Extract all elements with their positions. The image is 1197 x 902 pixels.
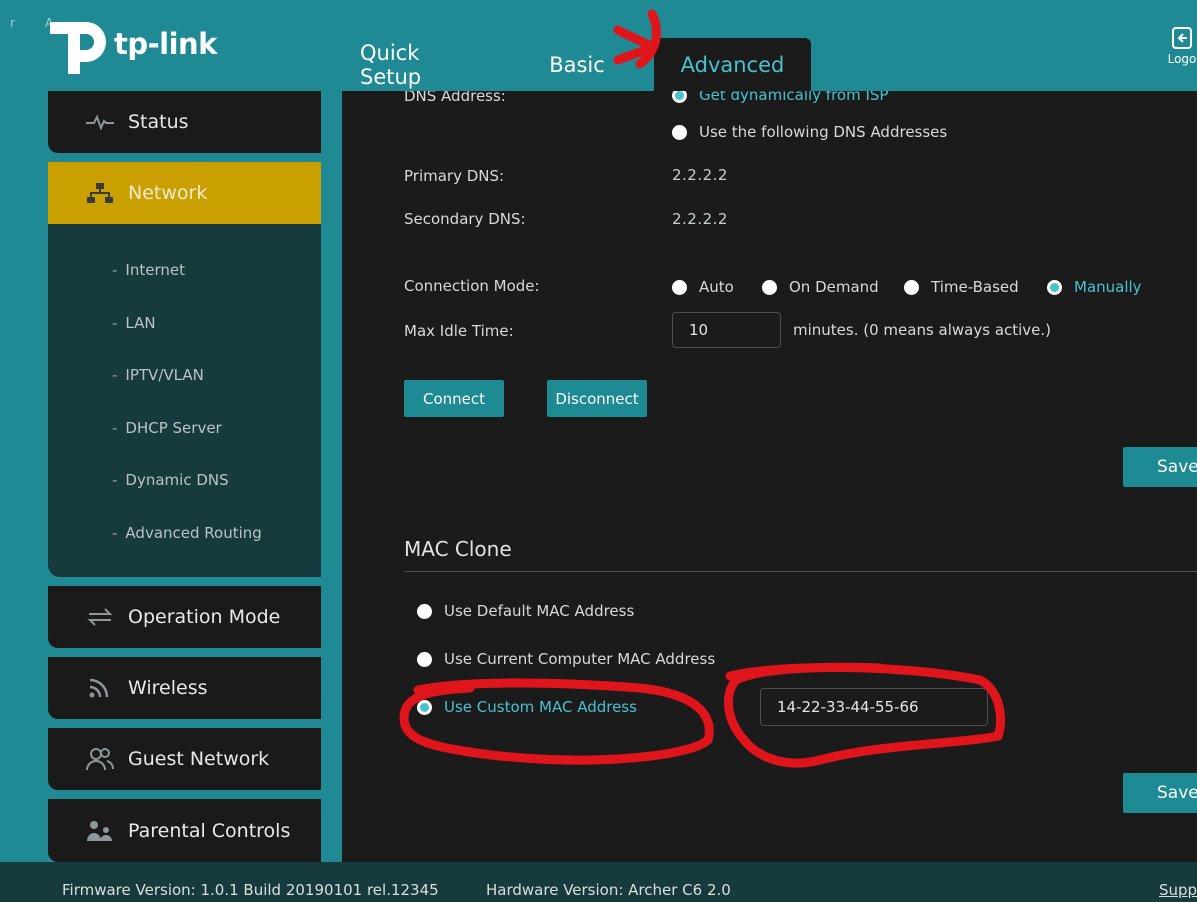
section-divider <box>404 571 1197 572</box>
radio-dot <box>417 651 432 667</box>
secondary-dns-value: 2.2.2.2 <box>672 210 728 228</box>
radio-dns-dynamic[interactable]: Get dynamically from ISP <box>672 91 888 104</box>
logout-label: Logo <box>1167 52 1197 66</box>
radio-label: Use Default MAC Address <box>444 602 635 620</box>
radio-dns-manual[interactable]: Use the following DNS Addresses <box>672 123 947 141</box>
radio-mac-custom[interactable]: Use Custom MAC Address <box>417 698 637 716</box>
main-tabs: Quick Setup Basic Advanced <box>340 38 811 91</box>
hardware-version: Hardware Version: Archer C6 2.0 <box>486 881 731 899</box>
tab-advanced[interactable]: Advanced <box>654 38 811 91</box>
sidebar-item-operation-mode[interactable]: Operation Mode <box>48 586 321 648</box>
tab-quick-setup[interactable]: Quick Setup <box>340 38 500 91</box>
radio-dot <box>762 279 777 295</box>
pulse-icon <box>80 109 120 135</box>
radio-label: Use Current Computer MAC Address <box>444 650 716 668</box>
logout-button[interactable]: Logo <box>1162 26 1197 66</box>
radio-conn-manually[interactable]: Manually <box>1047 278 1142 296</box>
radio-label: Auto <box>699 278 734 296</box>
footer: Firmware Version: 1.0.1 Build 20190101 r… <box>0 862 1197 902</box>
radio-conn-auto[interactable]: Auto <box>672 278 734 296</box>
sidebar-item-network[interactable]: Network <box>48 162 321 224</box>
sidebar-item-wireless[interactable]: Wireless <box>48 657 321 719</box>
tp-link-logo: tp-link <box>46 12 217 76</box>
primary-dns-label: Primary DNS: <box>404 167 505 185</box>
save-button-mac-clone[interactable]: Save <box>1123 773 1197 813</box>
custom-mac-input[interactable]: 14-22-33-44-55-66 <box>760 688 988 726</box>
sidebar-item-status[interactable]: Status <box>48 91 321 153</box>
submenu-item-iptv-vlan[interactable]: IPTV/VLAN <box>112 366 203 384</box>
main-content: DNS Address: Get dynamically from ISP Us… <box>342 91 1197 862</box>
radio-dot <box>904 279 919 295</box>
tp-link-logo-icon <box>46 12 110 76</box>
submenu-item-advanced-routing[interactable]: Advanced Routing <box>112 524 261 542</box>
firmware-version: Firmware Version: 1.0.1 Build 20190101 r… <box>62 881 439 899</box>
radio-label: On Demand <box>789 278 879 296</box>
radio-dot <box>672 91 687 103</box>
radio-conn-on-demand[interactable]: On Demand <box>762 278 879 296</box>
mac-clone-title: MAC Clone <box>404 537 512 561</box>
guests-icon <box>80 746 120 772</box>
support-link[interactable]: Suppo <box>1159 881 1197 899</box>
corner-char: r <box>10 16 15 30</box>
sidebar-item-label: Wireless <box>128 677 208 699</box>
radio-conn-time-based[interactable]: Time-Based <box>904 278 1019 296</box>
logo-text: tp-link <box>114 27 217 61</box>
radio-dot <box>672 124 687 140</box>
primary-dns-value: 2.2.2.2 <box>672 166 728 184</box>
radio-mac-current[interactable]: Use Current Computer MAC Address <box>417 650 715 668</box>
sidebar-item-label: Parental Controls <box>128 819 291 842</box>
sidebar-item-label: Network <box>128 182 208 204</box>
connection-mode-label: Connection Mode: <box>404 277 540 295</box>
radio-label: Manually <box>1074 278 1142 296</box>
radio-dot <box>417 603 432 619</box>
swap-icon <box>80 604 120 630</box>
sidebar-item-parental-controls[interactable]: Parental Controls <box>48 799 321 862</box>
wifi-icon <box>80 675 120 701</box>
connect-button[interactable]: Connect <box>404 380 504 417</box>
radio-mac-default[interactable]: Use Default MAC Address <box>417 602 634 620</box>
submenu-item-internet[interactable]: Internet <box>112 261 185 279</box>
radio-dot <box>1047 279 1062 295</box>
network-icon <box>80 180 120 206</box>
dns-address-label: DNS Address: <box>404 91 506 105</box>
radio-label: Get dynamically from ISP <box>699 91 889 104</box>
sidebar-item-label: Status <box>128 111 189 133</box>
sidebar-item-label: Guest Network <box>128 748 270 770</box>
radio-label: Use the following DNS Addresses <box>699 123 948 141</box>
submenu-item-dhcp-server[interactable]: DHCP Server <box>112 419 221 437</box>
disconnect-button[interactable]: Disconnect <box>547 380 647 417</box>
submenu-item-dynamic-dns[interactable]: Dynamic DNS <box>112 471 228 489</box>
radio-label: Time-Based <box>931 278 1019 296</box>
logout-icon <box>1172 27 1192 49</box>
save-button-connection[interactable]: Save <box>1123 447 1197 487</box>
radio-dot <box>672 279 687 295</box>
radio-label: Use Custom MAC Address <box>444 698 637 716</box>
sidebar-item-label: Operation Mode <box>128 606 281 628</box>
family-icon <box>80 818 120 844</box>
max-idle-time-label: Max Idle Time: <box>404 322 514 340</box>
sidebar-item-guest-network[interactable]: Guest Network <box>48 728 321 790</box>
max-idle-time-input[interactable]: 10 <box>672 312 781 348</box>
secondary-dns-label: Secondary DNS: <box>404 210 526 228</box>
submenu-item-lan[interactable]: LAN <box>112 314 155 332</box>
radio-dot <box>417 699 432 715</box>
network-submenu: Internet LAN IPTV/VLAN DHCP Server Dynam… <box>48 224 321 577</box>
tab-basic[interactable]: Basic <box>500 38 654 91</box>
max-idle-time-suffix: minutes. (0 means always active.) <box>793 321 1052 339</box>
